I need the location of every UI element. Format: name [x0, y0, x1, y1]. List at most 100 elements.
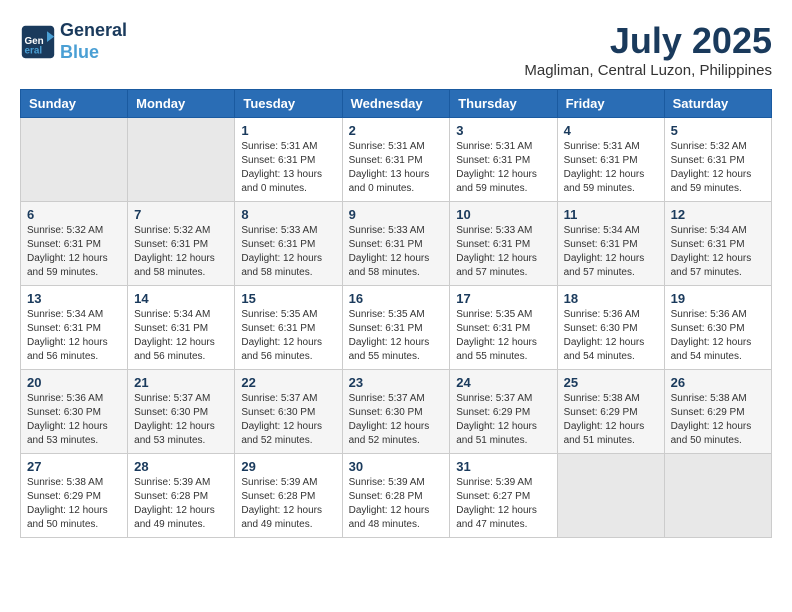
- calendar-cell: [664, 454, 771, 538]
- weekday-header-thursday: Thursday: [450, 90, 557, 118]
- day-info: Sunrise: 5:33 AM Sunset: 6:31 PM Dayligh…: [241, 224, 335, 280]
- day-info: Sunrise: 5:38 AM Sunset: 6:29 PM Dayligh…: [671, 392, 765, 448]
- day-number: 11: [564, 207, 658, 222]
- day-number: 21: [134, 375, 228, 390]
- calendar-cell: 9 Sunrise: 5:33 AM Sunset: 6:31 PM Daylig…: [342, 202, 450, 286]
- calendar-cell: 30 Sunrise: 5:39 AM Sunset: 6:28 PM Dayli…: [342, 454, 450, 538]
- calendar-week-row: 27 Sunrise: 5:38 AM Sunset: 6:29 PM Dayli…: [21, 454, 772, 538]
- day-number: 1: [241, 123, 335, 138]
- day-number: 18: [564, 291, 658, 306]
- day-number: 31: [456, 459, 550, 474]
- day-info: Sunrise: 5:34 AM Sunset: 6:31 PM Dayligh…: [564, 224, 658, 280]
- day-info: Sunrise: 5:33 AM Sunset: 6:31 PM Dayligh…: [349, 224, 444, 280]
- svg-text:eral: eral: [25, 45, 43, 56]
- day-info: Sunrise: 5:36 AM Sunset: 6:30 PM Dayligh…: [671, 308, 765, 364]
- calendar-week-row: 6 Sunrise: 5:32 AM Sunset: 6:31 PM Daylig…: [21, 202, 772, 286]
- calendar-cell: 4 Sunrise: 5:31 AM Sunset: 6:31 PM Daylig…: [557, 118, 664, 202]
- day-info: Sunrise: 5:33 AM Sunset: 6:31 PM Dayligh…: [456, 224, 550, 280]
- day-info: Sunrise: 5:39 AM Sunset: 6:28 PM Dayligh…: [241, 476, 335, 532]
- calendar-cell: [128, 118, 235, 202]
- day-info: Sunrise: 5:35 AM Sunset: 6:31 PM Dayligh…: [349, 308, 444, 364]
- calendar-cell: 18 Sunrise: 5:36 AM Sunset: 6:30 PM Dayli…: [557, 286, 664, 370]
- calendar-cell: 27 Sunrise: 5:38 AM Sunset: 6:29 PM Dayli…: [21, 454, 128, 538]
- day-number: 7: [134, 207, 228, 222]
- day-info: Sunrise: 5:32 AM Sunset: 6:31 PM Dayligh…: [134, 224, 228, 280]
- calendar-cell: 21Sunrise: 5:37 AM Sunset: 6:30 PM Dayli…: [128, 370, 235, 454]
- day-number: 13: [27, 291, 121, 306]
- day-info: Sunrise: 5:39 AM Sunset: 6:28 PM Dayligh…: [349, 476, 444, 532]
- calendar-header-row: SundayMondayTuesdayWednesdayThursdayFrid…: [21, 90, 772, 118]
- calendar-cell: 19Sunrise: 5:36 AM Sunset: 6:30 PM Dayli…: [664, 286, 771, 370]
- logo-line2: Blue: [60, 42, 99, 62]
- day-number: 20: [27, 375, 121, 390]
- weekday-header-tuesday: Tuesday: [235, 90, 342, 118]
- day-info: Sunrise: 5:35 AM Sunset: 6:31 PM Dayligh…: [241, 308, 335, 364]
- day-number: 4: [564, 123, 658, 138]
- weekday-header-sunday: Sunday: [21, 90, 128, 118]
- calendar-week-row: 1 Sunrise: 5:31 AM Sunset: 6:31 PM Daylig…: [21, 118, 772, 202]
- title-block: July 2025 Magliman, Central Luzon, Phili…: [524, 20, 772, 79]
- weekday-header-wednesday: Wednesday: [342, 90, 450, 118]
- calendar-cell: 2 Sunrise: 5:31 AM Sunset: 6:31 PM Daylig…: [342, 118, 450, 202]
- day-info: Sunrise: 5:37 AM Sunset: 6:29 PM Dayligh…: [456, 392, 550, 448]
- day-number: 12: [671, 207, 765, 222]
- calendar-cell: 7 Sunrise: 5:32 AM Sunset: 6:31 PM Daylig…: [128, 202, 235, 286]
- day-number: 25: [564, 375, 658, 390]
- calendar-cell: [557, 454, 664, 538]
- day-number: 5: [671, 123, 765, 138]
- calendar-cell: 26 Sunrise: 5:38 AM Sunset: 6:29 PM Dayli…: [664, 370, 771, 454]
- calendar-cell: 29 Sunrise: 5:39 AM Sunset: 6:28 PM Dayli…: [235, 454, 342, 538]
- day-info: Sunrise: 5:31 AM Sunset: 6:31 PM Dayligh…: [241, 140, 335, 196]
- day-info: Sunrise: 5:37 AM Sunset: 6:30 PM Dayligh…: [349, 392, 444, 448]
- calendar-table: SundayMondayTuesdayWednesdayThursdayFrid…: [20, 89, 772, 538]
- day-number: 6: [27, 207, 121, 222]
- weekday-header-monday: Monday: [128, 90, 235, 118]
- calendar-cell: [21, 118, 128, 202]
- page-header: Gen eral General Blue July 2025 Magliman…: [20, 20, 772, 79]
- weekday-header-friday: Friday: [557, 90, 664, 118]
- day-number: 2: [349, 123, 444, 138]
- day-info: Sunrise: 5:31 AM Sunset: 6:31 PM Dayligh…: [564, 140, 658, 196]
- day-info: Sunrise: 5:39 AM Sunset: 6:28 PM Dayligh…: [134, 476, 228, 532]
- calendar-cell: 12 Sunrise: 5:34 AM Sunset: 6:31 PM Dayli…: [664, 202, 771, 286]
- day-number: 28: [134, 459, 228, 474]
- day-number: 14: [134, 291, 228, 306]
- day-info: Sunrise: 5:31 AM Sunset: 6:31 PM Dayligh…: [349, 140, 444, 196]
- day-number: 8: [241, 207, 335, 222]
- day-number: 27: [27, 459, 121, 474]
- day-info: Sunrise: 5:31 AM Sunset: 6:31 PM Dayligh…: [456, 140, 550, 196]
- day-info: Sunrise: 5:32 AM Sunset: 6:31 PM Dayligh…: [27, 224, 121, 280]
- day-info: Sunrise: 5:36 AM Sunset: 6:30 PM Dayligh…: [564, 308, 658, 364]
- calendar-cell: 10Sunrise: 5:33 AM Sunset: 6:31 PM Dayli…: [450, 202, 557, 286]
- day-info: Sunrise: 5:34 AM Sunset: 6:31 PM Dayligh…: [134, 308, 228, 364]
- logo-text: General Blue: [60, 20, 127, 63]
- calendar-cell: 13Sunrise: 5:34 AM Sunset: 6:31 PM Dayli…: [21, 286, 128, 370]
- day-number: 30: [349, 459, 444, 474]
- day-number: 22: [241, 375, 335, 390]
- calendar-cell: 5 Sunrise: 5:32 AM Sunset: 6:31 PM Daylig…: [664, 118, 771, 202]
- month-title: July 2025: [524, 20, 772, 62]
- day-info: Sunrise: 5:37 AM Sunset: 6:30 PM Dayligh…: [241, 392, 335, 448]
- day-info: Sunrise: 5:32 AM Sunset: 6:31 PM Dayligh…: [671, 140, 765, 196]
- calendar-cell: 31Sunrise: 5:39 AM Sunset: 6:27 PM Dayli…: [450, 454, 557, 538]
- calendar-cell: 11 Sunrise: 5:34 AM Sunset: 6:31 PM Dayli…: [557, 202, 664, 286]
- day-number: 23: [349, 375, 444, 390]
- day-number: 24: [456, 375, 550, 390]
- day-info: Sunrise: 5:34 AM Sunset: 6:31 PM Dayligh…: [671, 224, 765, 280]
- calendar-cell: 17 Sunrise: 5:35 AM Sunset: 6:31 PM Dayli…: [450, 286, 557, 370]
- calendar-cell: 6 Sunrise: 5:32 AM Sunset: 6:31 PM Daylig…: [21, 202, 128, 286]
- logo: Gen eral General Blue: [20, 20, 127, 63]
- calendar-cell: 16 Sunrise: 5:35 AM Sunset: 6:31 PM Dayli…: [342, 286, 450, 370]
- calendar-cell: 3Sunrise: 5:31 AM Sunset: 6:31 PM Daylig…: [450, 118, 557, 202]
- day-number: 29: [241, 459, 335, 474]
- day-info: Sunrise: 5:38 AM Sunset: 6:29 PM Dayligh…: [27, 476, 121, 532]
- logo-icon: Gen eral: [20, 24, 56, 60]
- day-info: Sunrise: 5:38 AM Sunset: 6:29 PM Dayligh…: [564, 392, 658, 448]
- day-info: Sunrise: 5:35 AM Sunset: 6:31 PM Dayligh…: [456, 308, 550, 364]
- calendar-cell: 28 Sunrise: 5:39 AM Sunset: 6:28 PM Dayli…: [128, 454, 235, 538]
- day-number: 16: [349, 291, 444, 306]
- day-number: 17: [456, 291, 550, 306]
- calendar-week-row: 13 Sunrise: 5:34 AM Sunset: 6:31 PM Dayli…: [21, 286, 772, 370]
- day-number: 9: [349, 207, 444, 222]
- day-number: 26: [671, 375, 765, 390]
